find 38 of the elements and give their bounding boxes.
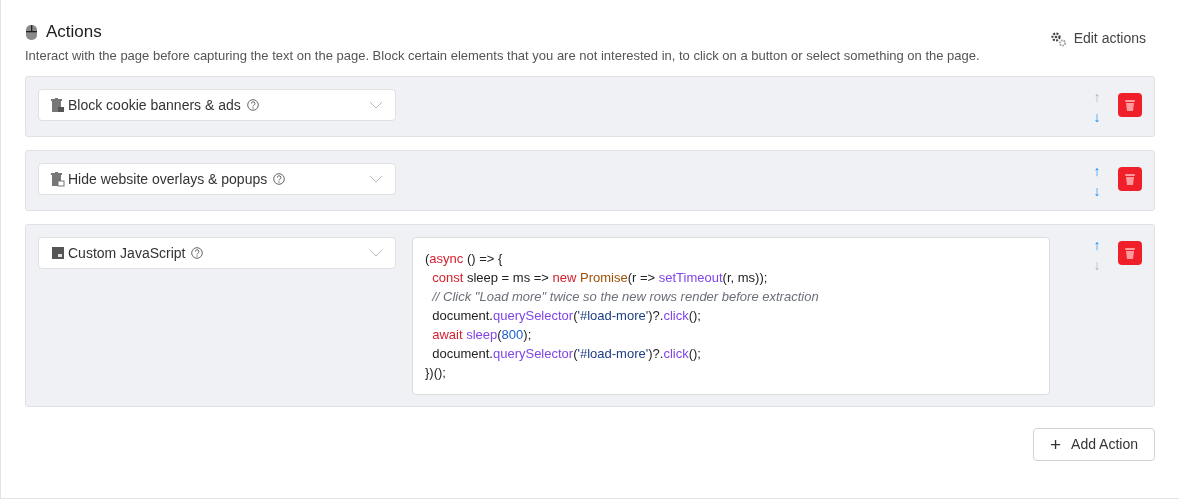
help-icon (273, 173, 286, 186)
move-down-button[interactable]: ↓ (1093, 183, 1101, 200)
mouse-icon (25, 23, 38, 41)
code-line: await sleep(800); (431, 326, 532, 345)
code-line: // Click "Load more" twice so the new rows render before extraction (430, 288, 819, 307)
help-icon (191, 247, 204, 260)
code-line: (async () => { (425, 250, 503, 269)
trash-icon (1123, 171, 1137, 187)
select-label: Custom JavaScript (68, 243, 186, 263)
gears-icon (1049, 30, 1066, 47)
action-select[interactable]: Hide website overlays & popups (38, 163, 396, 196)
action-select[interactable]: Custom JavaScript (38, 237, 396, 270)
move-up-button[interactable]: ↑ (1093, 163, 1101, 180)
trash-icon (51, 171, 65, 187)
script-icon (51, 245, 65, 261)
move-up-button[interactable]: ↑ (1093, 237, 1101, 254)
delete-button[interactable] (1118, 93, 1142, 118)
chevron-down-icon (369, 175, 383, 184)
trash-icon (1123, 245, 1137, 261)
trash-icon (51, 97, 65, 113)
select-label: Hide website overlays & popups (68, 169, 268, 189)
help-icon (246, 99, 259, 112)
code-line: const sleep = ms => new Promise(r => setTimeout(r, ms)); (431, 269, 768, 288)
code-line: document.querySelector('#load-more')?.click(); (431, 345, 701, 364)
delete-button[interactable] (1118, 167, 1142, 192)
action-select[interactable]: Block cookie banners & ads (38, 89, 396, 122)
section-description: Interact with the page before capturing the text on the page. Block certain elements that you are not interested in, to click on a button or select something on the page. (25, 47, 980, 66)
select-label: Block cookie banners & ads (68, 95, 241, 115)
code-line: document.querySelector('#load-more')?.click(); (431, 307, 701, 326)
delete-button[interactable] (1118, 241, 1142, 266)
move-down-button[interactable]: ↓ (1093, 109, 1101, 126)
code-editor[interactable] (412, 237, 1050, 396)
edit-actions-link[interactable]: Edit actions (1049, 28, 1146, 49)
chevron-down-icon (369, 101, 383, 110)
section-title: Actions (46, 22, 102, 43)
chevron-down-icon (369, 249, 383, 258)
code-line: })(); (425, 364, 446, 383)
trash-icon (1123, 97, 1137, 113)
